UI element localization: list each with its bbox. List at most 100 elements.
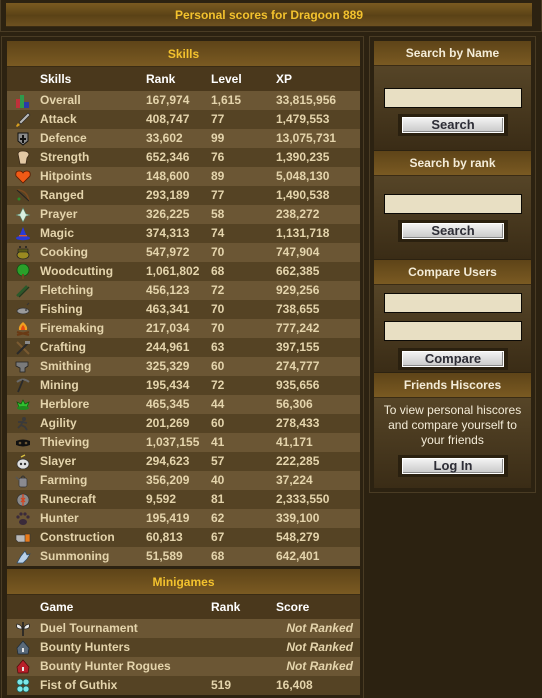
minigame-name[interactable]: Bounty Hunter Rogues [40, 657, 171, 676]
skill-name[interactable]: Hitpoints [40, 167, 92, 186]
skill-row: Fishing 463,341 70 738,655 [7, 300, 360, 319]
skill-xp: 41,171 [276, 435, 313, 449]
search-name-button-frame: Search [398, 114, 508, 136]
skill-name[interactable]: Strength [40, 148, 89, 167]
skill-name[interactable]: Prayer [40, 205, 77, 224]
skill-row: Firemaking 217,034 70 777,242 [7, 319, 360, 338]
skill-rank: 652,346 [146, 150, 190, 164]
skill-name[interactable]: Crafting [40, 338, 86, 357]
bounty-hunter-rogues-icon [15, 659, 31, 674]
slayer-icon [15, 454, 31, 469]
skill-level: 40 [211, 473, 225, 487]
ranged-icon [15, 188, 31, 203]
crafting-icon [15, 340, 31, 355]
skill-level: 60 [211, 359, 225, 373]
skill-name[interactable]: Firemaking [40, 319, 104, 338]
skill-name[interactable]: Farming [40, 471, 87, 490]
skill-name[interactable]: Fishing [40, 300, 83, 319]
skill-level: 74 [211, 226, 225, 240]
skill-row: Summoning 51,589 68 642,401 [7, 547, 360, 566]
skill-row: Farming 356,209 40 37,224 [7, 471, 360, 490]
minigames-heading: Minigames [7, 569, 360, 595]
skill-row: Fletching 456,123 72 929,256 [7, 281, 360, 300]
skill-row: Herblore 465,345 44 56,306 [7, 395, 360, 414]
skill-xp: 278,433 [276, 416, 320, 430]
search-by-rank-heading: Search by rank [374, 151, 531, 176]
skill-name[interactable]: Magic [40, 224, 74, 243]
login-button[interactable]: Log In [402, 458, 504, 474]
skill-name[interactable]: Mining [40, 376, 79, 395]
skill-name[interactable]: Ranged [40, 186, 84, 205]
minigame-name[interactable]: Fist of Guthix [40, 676, 117, 695]
skill-rank: 374,313 [146, 226, 190, 240]
skill-xp: 238,272 [276, 207, 320, 221]
skill-level: 99 [211, 131, 225, 145]
skill-xp: 33,815,956 [276, 93, 337, 107]
skill-xp: 397,155 [276, 340, 320, 354]
skill-rank: 201,269 [146, 416, 190, 430]
minigames-table: Minigames Game Rank Score Duel Tournamen… [7, 569, 360, 695]
friends-hiscores-box: Friends Hiscores To view personal hiscor… [374, 373, 531, 488]
compare-user2-input[interactable] [384, 321, 522, 341]
skill-level: 60 [211, 416, 225, 430]
search-rank-button[interactable]: Search [402, 223, 504, 239]
compare-user1-input[interactable] [384, 293, 522, 313]
skill-name[interactable]: Construction [40, 528, 115, 547]
skill-name[interactable]: Agility [40, 414, 77, 433]
skill-rank: 60,813 [146, 530, 183, 544]
skill-row: Construction 60,813 67 548,279 [7, 528, 360, 547]
search-name-button[interactable]: Search [402, 117, 504, 133]
skill-row: Crafting 244,961 63 397,155 [7, 338, 360, 357]
skill-xp: 5,048,130 [276, 169, 330, 183]
minigame-score: 16,408 [276, 678, 313, 692]
skill-name[interactable]: Woodcutting [40, 262, 113, 281]
skill-name[interactable]: Cooking [40, 243, 88, 262]
skill-rank: 293,189 [146, 188, 190, 202]
defence-icon [15, 131, 31, 146]
skill-xp: 1,479,553 [276, 112, 330, 126]
minigame-name[interactable]: Bounty Hunters [40, 638, 130, 657]
skill-name[interactable]: Thieving [40, 433, 89, 452]
skill-name[interactable]: Summoning [40, 547, 109, 566]
skill-name[interactable]: Fletching [40, 281, 93, 300]
overall-icon [15, 93, 31, 108]
skill-name[interactable]: Slayer [40, 452, 76, 471]
skill-row: Strength 652,346 76 1,390,235 [7, 148, 360, 167]
skill-rank: 463,341 [146, 302, 190, 316]
compare-button[interactable]: Compare [402, 351, 504, 367]
skill-xp: 548,279 [276, 530, 320, 544]
hunter-icon [15, 511, 31, 526]
skill-row: Smithing 325,329 60 274,777 [7, 357, 360, 376]
fishing-icon [15, 302, 31, 317]
skill-xp: 1,131,718 [276, 226, 330, 240]
skill-name[interactable]: Runecraft [40, 490, 96, 509]
friends-hiscores-heading: Friends Hiscores [374, 373, 531, 398]
minigame-row: Bounty Hunter Rogues Not Ranked [7, 657, 360, 676]
skill-name[interactable]: Smithing [40, 357, 91, 376]
col-level: Level [211, 72, 242, 86]
fist-of-guthix-icon [15, 678, 31, 693]
sidebar: Search by Name Search Search by rank Sea… [369, 36, 536, 493]
skill-row: Thieving 1,037,155 41 41,171 [7, 433, 360, 452]
minigame-rows: Duel Tournament Not Ranked Bounty Hunters N… [7, 619, 360, 695]
skill-rank: 148,600 [146, 169, 190, 183]
minigame-name[interactable]: Duel Tournament [40, 619, 138, 638]
skill-name[interactable]: Attack [40, 110, 77, 129]
skill-name[interactable]: Herblore [40, 395, 89, 414]
col-game: Game [40, 600, 74, 614]
search-rank-input[interactable] [384, 194, 522, 214]
search-name-input[interactable] [384, 88, 522, 108]
skill-name[interactable]: Overall [40, 91, 81, 110]
search-by-name-box: Search by Name Search [374, 41, 531, 150]
skill-name[interactable]: Hunter [40, 509, 79, 528]
skill-rank: 1,061,802 [146, 264, 200, 278]
skill-level: 72 [211, 378, 225, 392]
skill-xp: 37,224 [276, 473, 313, 487]
skill-rank: 356,209 [146, 473, 190, 487]
skill-level: 70 [211, 321, 225, 335]
col-score: Score [276, 600, 310, 614]
herblore-icon [15, 397, 31, 412]
skill-rank: 408,747 [146, 112, 190, 126]
skill-name[interactable]: Defence [40, 129, 87, 148]
skill-rank: 547,972 [146, 245, 190, 259]
